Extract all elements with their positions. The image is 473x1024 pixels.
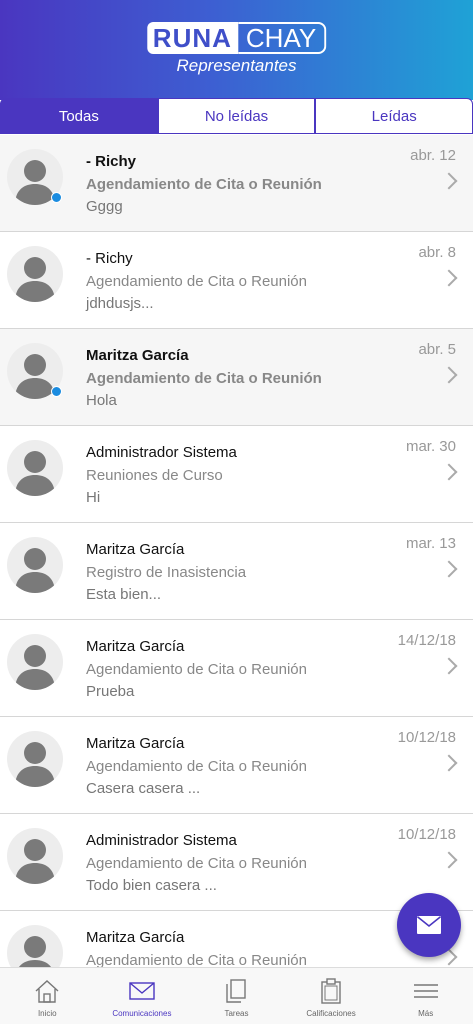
tab-no-leidas[interactable]: No leídas bbox=[157, 98, 316, 134]
nav-label: Comunicaciones bbox=[112, 1009, 172, 1018]
filter-tabs: Todas No leídas Leídas bbox=[0, 98, 473, 134]
sender-name: Administrador Sistema bbox=[86, 444, 237, 461]
logo-main-text: RUNA bbox=[146, 22, 238, 54]
chevron-right-icon bbox=[440, 754, 458, 772]
logo-second-text: CHAY bbox=[237, 22, 327, 54]
message-date: 14/12/18 bbox=[397, 632, 456, 649]
nav-mas[interactable]: Más bbox=[378, 968, 473, 1024]
user-silhouette-icon bbox=[15, 645, 55, 690]
message-date: mar. 13 bbox=[405, 535, 456, 552]
sender-name: Administrador Sistema bbox=[86, 832, 237, 849]
envelope-icon bbox=[129, 982, 155, 1000]
runachay-logo: RUNA CHAY Representantes bbox=[146, 22, 327, 76]
nav-label: Tareas bbox=[224, 1009, 249, 1018]
user-silhouette-icon bbox=[15, 742, 55, 787]
chevron-right-icon bbox=[440, 172, 458, 190]
user-silhouette-icon bbox=[15, 257, 55, 302]
avatar bbox=[7, 828, 63, 884]
message-date: mar. 30 bbox=[405, 438, 456, 455]
clipboard-icon bbox=[321, 978, 341, 1004]
avatar bbox=[7, 925, 63, 967]
nav-calificaciones[interactable]: Calificaciones bbox=[284, 968, 379, 1024]
user-silhouette-icon bbox=[15, 839, 55, 884]
sender-name: Maritza García bbox=[86, 347, 189, 364]
chevron-right-icon bbox=[440, 851, 458, 869]
message-row[interactable]: Administrador Sistema Reuniones de Curso… bbox=[0, 426, 473, 523]
nav-label: Más bbox=[418, 1009, 434, 1018]
chevron-right-icon bbox=[440, 366, 458, 384]
tab-todas[interactable]: Todas bbox=[0, 98, 158, 134]
sender-name: Maritza García bbox=[86, 541, 185, 558]
message-row[interactable]: - Richy Agendamiento de Cita o Reunión G… bbox=[0, 135, 473, 232]
avatar bbox=[7, 731, 63, 787]
message-preview: Todo bien casera ... bbox=[86, 877, 217, 894]
message-subject: Agendamiento de Cita o Reunión bbox=[86, 758, 307, 775]
message-preview: jdhdusjs... bbox=[86, 295, 154, 312]
tab-leidas[interactable]: Leídas bbox=[315, 98, 473, 134]
nav-comunicaciones[interactable]: Comunicaciones bbox=[95, 968, 190, 1024]
message-date: 10/12/18 bbox=[397, 826, 456, 843]
message-row[interactable]: Maritza García Registro de Inasistencia … bbox=[0, 523, 473, 620]
message-preview: Gggg bbox=[86, 198, 123, 215]
message-preview: Casera casera ... bbox=[86, 780, 201, 797]
message-subject: Registro de Inasistencia bbox=[86, 564, 247, 581]
message-preview: Prueba bbox=[86, 683, 135, 700]
nav-inicio[interactable]: Inicio bbox=[0, 968, 95, 1024]
documents-icon bbox=[226, 979, 247, 1003]
compose-message-button[interactable] bbox=[397, 893, 461, 957]
message-row[interactable]: Maritza García Agendamiento de Cita o Re… bbox=[0, 620, 473, 717]
logo-subtitle: Representantes bbox=[176, 56, 297, 75]
sender-name: - Richy bbox=[86, 250, 133, 267]
message-subject: Agendamiento de Cita o Reunión bbox=[86, 855, 307, 872]
message-subject: Agendamiento de Cita o Reunión bbox=[86, 273, 307, 290]
app-header: RUNA CHAY Representantes bbox=[0, 0, 473, 100]
message-row[interactable]: Maritza García Agendamiento de Cita o Re… bbox=[0, 717, 473, 814]
sender-name: Maritza García bbox=[86, 929, 185, 946]
avatar bbox=[7, 537, 63, 593]
message-date: abr. 12 bbox=[410, 147, 456, 164]
message-list: - Richy Agendamiento de Cita o Reunión G… bbox=[0, 135, 473, 967]
message-row[interactable]: - Richy Agendamiento de Cita o Reunión j… bbox=[0, 232, 473, 329]
message-row[interactable]: Administrador Sistema Agendamiento de Ci… bbox=[0, 814, 473, 911]
chevron-right-icon bbox=[440, 657, 458, 675]
chevron-right-icon bbox=[440, 560, 458, 578]
envelope-icon bbox=[417, 916, 441, 934]
message-subject: Agendamiento de Cita o Reunión bbox=[86, 952, 307, 967]
message-date: abr. 8 bbox=[418, 244, 456, 261]
nav-label: Inicio bbox=[37, 1009, 57, 1018]
message-date: abr. 5 bbox=[418, 341, 456, 358]
message-date: 10/12/18 bbox=[397, 729, 456, 746]
user-silhouette-icon bbox=[15, 548, 55, 593]
avatar bbox=[7, 246, 63, 302]
message-subject: Reuniones de Curso bbox=[86, 467, 223, 484]
message-preview: Esta bien... bbox=[86, 586, 162, 603]
sender-name: Maritza García bbox=[86, 735, 185, 752]
menu-icon bbox=[413, 984, 438, 998]
sender-name: - Richy bbox=[86, 153, 137, 170]
bottom-navigation: Inicio Comunicaciones Tareas Calificacio… bbox=[0, 967, 473, 1024]
chevron-right-icon bbox=[440, 269, 458, 287]
message-row[interactable]: Maritza García Agendamiento de Cita o Re… bbox=[0, 329, 473, 426]
nav-tareas[interactable]: Tareas bbox=[189, 968, 284, 1024]
home-icon bbox=[35, 980, 59, 1003]
avatar bbox=[7, 440, 63, 496]
message-subject: Agendamiento de Cita o Reunión bbox=[86, 176, 322, 193]
user-silhouette-icon bbox=[15, 451, 55, 496]
message-subject: Agendamiento de Cita o Reunión bbox=[86, 370, 322, 387]
unread-dot bbox=[51, 192, 62, 203]
chevron-right-icon bbox=[440, 463, 458, 481]
message-subject: Agendamiento de Cita o Reunión bbox=[86, 661, 307, 678]
unread-dot bbox=[51, 386, 62, 397]
avatar bbox=[7, 634, 63, 690]
user-silhouette-icon bbox=[18, 936, 52, 967]
nav-label: Calificaciones bbox=[306, 1009, 356, 1018]
message-preview: Hi bbox=[86, 489, 101, 506]
message-preview: Hola bbox=[86, 392, 117, 409]
sender-name: Maritza García bbox=[86, 638, 185, 655]
